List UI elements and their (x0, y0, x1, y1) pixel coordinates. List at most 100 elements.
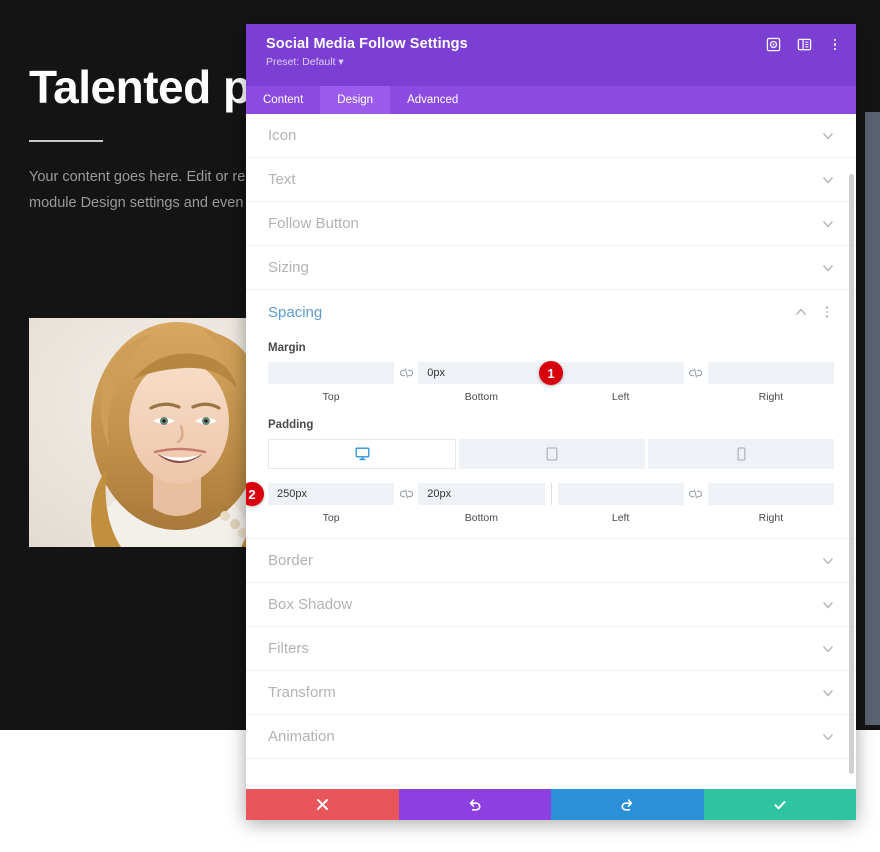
margin-top-input[interactable] (268, 362, 395, 384)
chevron-down-icon (822, 218, 834, 230)
padding-label: Padding (268, 419, 314, 431)
padding-quad: 2 Top (246, 482, 834, 524)
device-tab-phone[interactable] (648, 439, 834, 469)
padding-left-label: Left (611, 512, 630, 524)
annotation-badge-2: 2 (246, 482, 264, 506)
chevron-down-icon (822, 643, 834, 655)
section-follow-button[interactable]: Follow Button (246, 202, 856, 246)
section-text[interactable]: Text (246, 158, 856, 202)
chevron-down-icon (822, 599, 834, 611)
chevron-down-icon (822, 687, 834, 699)
modal-body: Icon Text Follow Button Sizing Spacing M… (246, 114, 856, 789)
undo-button[interactable] (398, 789, 551, 820)
padding-top-input[interactable] (268, 483, 395, 505)
section-spacing-label: Spacing (268, 303, 323, 321)
more-vertical-icon[interactable] (828, 38, 842, 51)
margin-top-cell: Top (268, 362, 395, 403)
section-spacing-controls (795, 306, 834, 318)
redo-button[interactable] (551, 789, 704, 820)
padding-bottom-cell: Bottom (418, 483, 545, 524)
margin-top-bottom-group: Top Bottom (268, 362, 545, 403)
preset-selector[interactable]: Preset: Default ▾ (266, 56, 840, 68)
section-border-label: Border (268, 552, 314, 569)
device-tab-tablet[interactable] (459, 439, 645, 469)
cancel-button[interactable] (246, 789, 399, 820)
chevron-up-icon[interactable] (795, 306, 807, 318)
unlink-icon[interactable] (394, 483, 418, 505)
margin-right-label: Right (758, 391, 784, 403)
chevron-down-icon (822, 262, 834, 274)
margin-left-cell: Left (557, 362, 684, 403)
target-icon[interactable] (766, 37, 781, 52)
page-scrollbar-thumb[interactable] (865, 112, 880, 725)
margin-top-label: Top (322, 391, 340, 403)
modal-footer (246, 789, 856, 820)
screenshot-root: Talented peo Your content goes here. Edi… (0, 0, 880, 852)
padding-separator (550, 483, 552, 505)
margin-left-input[interactable] (557, 362, 684, 384)
modal-scrollbar-thumb[interactable] (849, 174, 854, 774)
section-icon[interactable]: Icon (246, 114, 856, 158)
chevron-down-icon (822, 731, 834, 743)
margin-right-cell: Right (707, 362, 834, 403)
padding-device-tabs (268, 439, 834, 469)
unlink-icon[interactable] (684, 362, 708, 384)
tab-design[interactable]: Design (320, 86, 391, 114)
margin-bottom-cell: Bottom (418, 362, 545, 403)
annotation-badge-1: 1 (539, 361, 563, 385)
section-border[interactable]: Border (246, 539, 856, 583)
settings-modal: Social Media Follow Settings Preset: Def… (246, 24, 856, 820)
padding-bottom-input[interactable] (418, 483, 545, 505)
spacing-section-content: Margin 1 Top 0px Bottom Left Right Paddi… (246, 342, 856, 539)
chevron-down-icon (822, 555, 834, 567)
chevron-down-icon (822, 174, 834, 186)
section-transform[interactable]: Transform (246, 671, 856, 715)
section-sizing-label: Sizing (268, 259, 309, 276)
padding-top-bottom-group: Top Bottom (268, 483, 545, 524)
section-filters[interactable]: Filters (246, 627, 856, 671)
padding-left-input[interactable] (557, 483, 684, 505)
tab-content[interactable]: Content (246, 86, 320, 114)
padding-top-cell: Top (268, 483, 395, 524)
padding-right-label: Right (758, 512, 784, 524)
margin-label: Margin (268, 342, 306, 354)
margin-bottom-input[interactable] (418, 362, 545, 384)
section-spacing[interactable]: Spacing (246, 290, 856, 334)
heading-divider (29, 140, 103, 142)
modal-title: Social Media Follow Settings (266, 36, 468, 52)
page-scrollbar-track[interactable] (865, 0, 880, 852)
padding-left-right-group: Left Right (557, 483, 834, 524)
margin-left-label: Left (611, 391, 630, 403)
header-icon-group (766, 37, 842, 52)
section-icon-label: Icon (268, 127, 297, 144)
padding-left-cell: Left (557, 483, 684, 524)
modal-header: Social Media Follow Settings Preset: Def… (246, 24, 856, 86)
section-sizing[interactable]: Sizing (246, 246, 856, 290)
unlink-icon[interactable] (394, 362, 418, 384)
section-transform-label: Transform (268, 684, 336, 701)
save-button[interactable] (703, 789, 856, 820)
section-animation-label: Animation (268, 728, 335, 745)
margin-quad: 1 Top 0px Bottom Left Right (268, 361, 834, 403)
padding-right-input[interactable] (707, 483, 834, 505)
margin-bottom-label: Bottom (464, 391, 498, 403)
margin-right-input[interactable] (707, 362, 834, 384)
padding-bottom-label: Bottom (464, 512, 498, 524)
unlink-icon[interactable] (684, 483, 708, 505)
section-filters-label: Filters (268, 640, 309, 657)
margin-left-right-group: Left Right (557, 362, 834, 403)
settings-scroll-area: Icon Text Follow Button Sizing Spacing M… (246, 114, 856, 789)
device-tab-desktop[interactable] (268, 439, 456, 469)
modal-tabbar: Content Design Advanced (246, 86, 856, 114)
section-box-shadow-label: Box Shadow (268, 596, 353, 613)
section-animation[interactable]: Animation (246, 715, 856, 759)
tab-advanced[interactable]: Advanced (390, 86, 475, 114)
section-box-shadow[interactable]: Box Shadow (246, 583, 856, 627)
padding-top-label: Top (322, 512, 340, 524)
section-options-icon[interactable] (820, 306, 834, 318)
padding-right-cell: Right (707, 483, 834, 524)
section-text-label: Text (268, 171, 296, 188)
section-follow-button-label: Follow Button (268, 215, 359, 232)
chevron-down-icon (822, 130, 834, 142)
layout-panel-icon[interactable] (797, 37, 812, 52)
